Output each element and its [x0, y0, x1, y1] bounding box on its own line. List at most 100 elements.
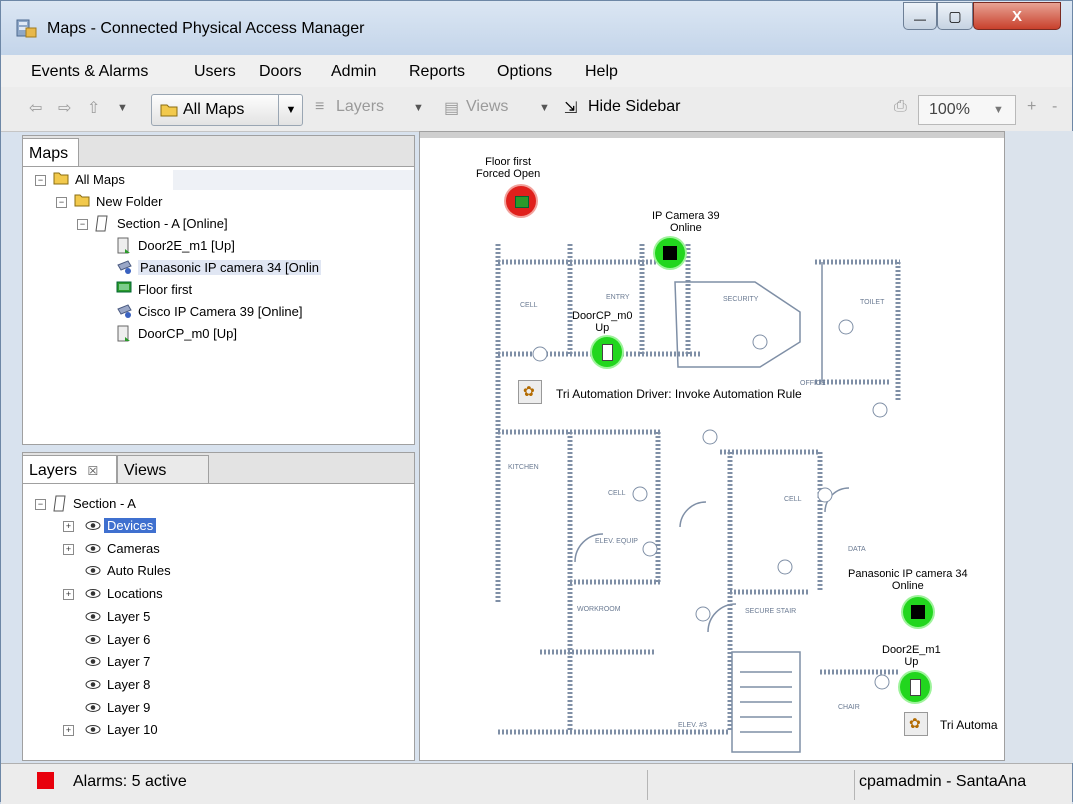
menu-reports[interactable]: Reports	[409, 63, 465, 81]
tab-maps[interactable]: Maps	[22, 138, 79, 166]
room-label-office: OFFICE	[800, 380, 826, 387]
floor-first-status: Forced Open	[476, 168, 541, 180]
map-canvas[interactable]: CELL ENTRY SECURITY TOILET OFFICE KITCHE…	[419, 131, 1005, 761]
collapse-icon[interactable]: −	[35, 175, 46, 186]
maps-panel: Maps − All Maps − New Folder − Section - A [O…	[22, 135, 415, 445]
eye-icon[interactable]	[85, 657, 101, 667]
expand-icon[interactable]: +	[63, 725, 74, 737]
layers-root-row[interactable]: − Section - A	[35, 494, 335, 514]
close-icon: X	[1011, 7, 1022, 25]
door-cp-device[interactable]	[592, 337, 622, 367]
menu-admin[interactable]: Admin	[331, 63, 376, 81]
eye-icon[interactable]	[85, 634, 101, 644]
layer-item-label: Locations	[107, 586, 163, 602]
menu-options[interactable]: Options	[497, 63, 552, 81]
layer-item-label: Layer 5	[107, 608, 151, 624]
floor-first-name: Floor first	[485, 156, 532, 168]
automation-rule-1[interactable]: ✿	[518, 380, 542, 404]
room-label-elev-equip: ELEV. EQUIP	[595, 538, 638, 545]
tab-views[interactable]: Views	[117, 455, 209, 483]
collapse-icon[interactable]: −	[77, 219, 88, 230]
all-maps-button[interactable]: All Maps ▼	[151, 94, 303, 126]
room-label-toilet: TOILET	[860, 299, 885, 306]
eye-icon[interactable]	[85, 589, 101, 599]
door-2e-status: Up	[904, 656, 919, 668]
layers-dropdown-icon[interactable]: ▼	[413, 102, 424, 114]
room-label-entry: ENTRY	[606, 294, 630, 301]
layer-item[interactable]: Layer 7	[23, 652, 403, 672]
layer-item[interactable]: Layer 9	[23, 698, 403, 718]
automation-rule-2[interactable]: ✿	[904, 712, 928, 736]
camera-39-device[interactable]	[655, 238, 685, 268]
door-2e-device[interactable]	[900, 672, 930, 702]
app-logo-icon	[16, 19, 37, 38]
forward-arrow-icon[interactable]: ⇨	[58, 98, 71, 118]
zoom-in-button[interactable]: +	[1027, 98, 1036, 116]
hide-sidebar-button[interactable]: Hide Sidebar	[588, 98, 681, 116]
maps-tree-item[interactable]: − All Maps	[23, 170, 414, 190]
expand-icon[interactable]: +	[63, 543, 74, 555]
camera-34-device[interactable]	[903, 597, 933, 627]
maps-tree-item[interactable]: − New Folder	[23, 192, 414, 212]
minimize-button[interactable]: —	[903, 2, 937, 30]
layers-menu[interactable]: Layers	[336, 98, 384, 116]
alarms-status[interactable]: Alarms: 5 active	[73, 773, 187, 791]
maps-tree-item[interactable]: Cisco IP Camera 39 [Online]	[23, 302, 414, 322]
door-icon	[602, 344, 613, 361]
maps-tree-item[interactable]: − Section - A [Online]	[23, 214, 414, 234]
expand-icon[interactable]: +	[63, 589, 74, 601]
views-menu[interactable]: Views	[466, 98, 508, 116]
layer-item[interactable]: Layer 6	[23, 630, 403, 650]
window-title: Maps - Connected Physical Access Manager	[47, 20, 365, 37]
print-icon[interactable]: ⎙	[894, 98, 907, 116]
eye-icon[interactable]	[85, 702, 101, 712]
layer-item[interactable]: + Cameras	[23, 539, 403, 559]
eye-icon[interactable]	[85, 725, 101, 735]
maps-tree-item[interactable]: DoorCP_m0 [Up]	[23, 324, 414, 344]
menu-help[interactable]: Help	[585, 63, 618, 81]
collapse-icon[interactable]: −	[35, 499, 46, 510]
all-maps-dropdown-icon[interactable]: ▼	[278, 95, 303, 125]
maps-tree-label: Panasonic IP camera 34 [Onlin	[138, 260, 321, 275]
zoom-select[interactable]: 100% ▼	[918, 95, 1016, 125]
tab-layers[interactable]: Layers ☒	[22, 455, 117, 483]
maps-tree-item[interactable]: Door2E_m1 [Up]	[23, 236, 414, 256]
back-arrow-icon[interactable]: ⇦	[29, 98, 42, 118]
eye-icon[interactable]	[85, 521, 101, 530]
maps-tree-item[interactable]: Panasonic IP camera 34 [Onlin	[23, 258, 414, 278]
maps-tree-item[interactable]: Floor first	[23, 280, 414, 300]
close-button[interactable]: X	[973, 2, 1061, 30]
layer-item[interactable]: Auto Rules	[23, 561, 403, 581]
close-tab-icon[interactable]: ☒	[87, 464, 98, 478]
sidebar-icon: ⇲	[564, 100, 578, 117]
up-arrow-icon[interactable]: ⇧	[87, 98, 100, 118]
zoom-out-button[interactable]: -	[1052, 98, 1057, 116]
layer-item[interactable]: + Layer 10	[23, 720, 403, 740]
maps-tree-label: Floor first	[138, 282, 193, 297]
menu-events-alarms[interactable]: Events & Alarms	[31, 63, 148, 81]
menu-users[interactable]: Users	[194, 63, 236, 81]
floor-first-device[interactable]	[506, 186, 536, 216]
eye-icon[interactable]	[85, 679, 101, 689]
layer-item[interactable]: Layer 8	[23, 675, 403, 695]
views-dropdown-icon[interactable]: ▼	[539, 102, 550, 114]
layer-item[interactable]: Layer 5	[23, 607, 403, 627]
room-label-data: DATA	[848, 546, 866, 553]
menu-doors[interactable]: Doors	[259, 63, 302, 81]
layer-item-label: Auto Rules	[107, 563, 171, 579]
camera-icon	[116, 303, 134, 322]
eye-icon[interactable]	[85, 543, 101, 553]
door-icon	[910, 679, 921, 696]
maximize-button[interactable]: ▢	[937, 2, 973, 30]
layer-item[interactable]: + Locations	[23, 584, 403, 604]
layer-item[interactable]: + Devices	[23, 516, 403, 536]
expand-icon[interactable]: +	[63, 521, 74, 532]
door-cp-status: Up	[595, 322, 610, 334]
layer-item-label: Cameras	[107, 540, 160, 556]
history-dropdown-icon[interactable]: ▼	[117, 102, 128, 114]
eye-icon[interactable]	[85, 611, 101, 621]
collapse-icon[interactable]: −	[56, 197, 67, 208]
right-strip	[1005, 131, 1073, 763]
eye-icon[interactable]	[85, 566, 101, 576]
zoom-dropdown-icon[interactable]: ▼	[993, 104, 1004, 116]
